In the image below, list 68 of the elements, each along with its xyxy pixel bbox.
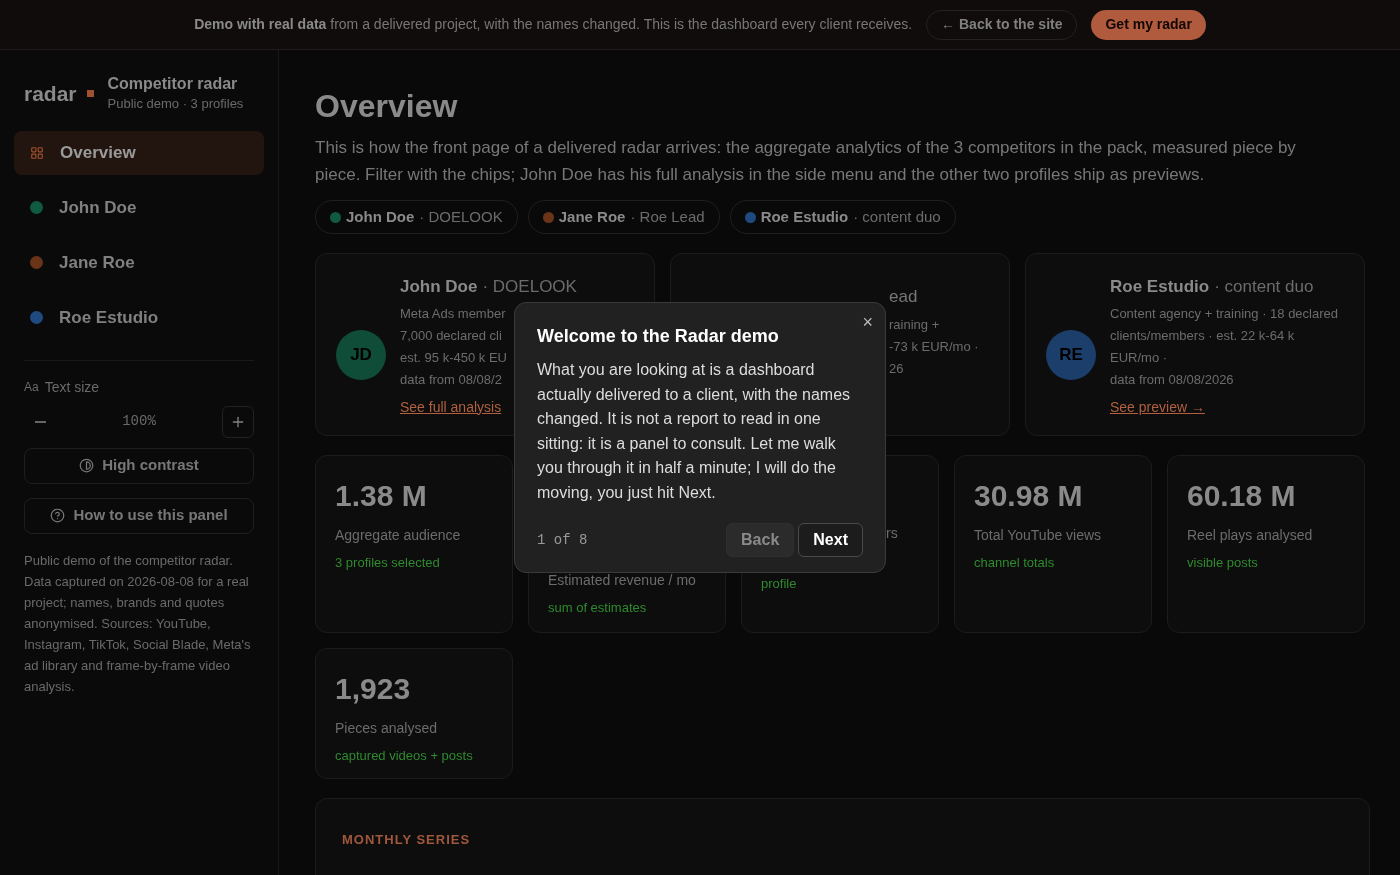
- nav-label: Overview: [60, 141, 136, 164]
- stat-note: visible posts: [1187, 554, 1258, 572]
- nav-item[interactable]: Overview: [14, 130, 264, 175]
- filter-chip[interactable]: John Doe · DOELOOK: [315, 200, 518, 234]
- app-subtitle: Public demo · 3 profiles: [107, 95, 244, 113]
- stat-label: Pieces analysed: [335, 719, 437, 738]
- avatar: JD: [336, 329, 386, 380]
- stat-note: profile: [761, 575, 797, 593]
- profile-detail: raining +: [889, 315, 940, 334]
- contrast-button[interactable]: High contrast: [24, 447, 254, 484]
- stat-value: 1.38 M: [335, 478, 427, 514]
- stat-note: channel totals: [974, 554, 1055, 572]
- nav-item[interactable]: Jane Roe: [14, 240, 264, 285]
- font-size-icon: Aa: [24, 378, 39, 396]
- dialog-title: Welcome to the Radar demo: [537, 325, 780, 348]
- dialog-body: What you are looking at is a dashboard actually delivered to a client, with the names changed. It is not a report to read in one sitting: it is a panel to consult. Let me walk you through it in half a minute; I will do the moving, you just hit Next.: [537, 360, 852, 503]
- contrast-icon: [79, 458, 95, 473]
- cta-button[interactable]: Get my radar: [1091, 9, 1206, 40]
- back-button[interactable]: Back: [726, 523, 795, 557]
- profile-detail: 26: [889, 359, 904, 378]
- grid-icon: [30, 145, 44, 160]
- profile-detail: data from 08/08/2: [400, 370, 502, 389]
- stat-label: Aggregate audience: [335, 526, 461, 545]
- profile-name: Roe Estudio: [1110, 276, 1210, 298]
- stat-label: rs: [886, 524, 898, 543]
- close-button[interactable]: ×: [862, 309, 873, 336]
- help-icon: [50, 508, 66, 523]
- stat-label: Total YouTube views: [974, 526, 1102, 545]
- profile-name: John Doe: [400, 276, 478, 298]
- text-size-value: 100%: [122, 412, 156, 431]
- logo-square-icon: [86, 90, 94, 98]
- text-size-label: Text size: [44, 377, 100, 397]
- logo: radar: [24, 81, 77, 107]
- nav-item[interactable]: Roe Estudio: [14, 295, 264, 340]
- nav-label: Jane Roe: [59, 251, 135, 274]
- nav-item[interactable]: John Doe: [14, 185, 264, 230]
- profile-link[interactable]: See full analysis: [400, 396, 502, 418]
- profile-tag: · DOELOOK: [482, 274, 577, 300]
- stat-label: Estimated revenue / mo: [548, 571, 696, 590]
- intro-text: This is how the front page of a delivered radar arrives: the aggregate analytics of the 3 competitors in the pack, measured piece by piece. Filter with the chips; John Doe has his full analysis in the side menu and the other two profiles ship as previews.: [315, 137, 1297, 186]
- profile-detail: data from 08/08/2026: [1110, 370, 1234, 389]
- step-counter: 1 of 8: [537, 530, 588, 550]
- stat-label: Reel plays analysed: [1187, 526, 1313, 545]
- nav-label: Roe Estudio: [59, 306, 159, 329]
- stat-value: 1,923: [335, 671, 411, 707]
- stat-note: 3 profiles selected: [335, 554, 440, 572]
- profile-tag: · content duo: [1214, 274, 1314, 300]
- banner-text: Demo with real data from a delivered project, with the names changed. This is the dashboard every client receives.: [194, 15, 913, 34]
- profile-name: ead: [889, 286, 918, 308]
- section-eyebrow: MONTHLY SERIES: [342, 832, 471, 847]
- profile-detail: -73 k EUR/mo ·: [889, 337, 979, 356]
- minus-icon: [34, 420, 46, 423]
- avatar: RE: [1046, 329, 1096, 380]
- help-button[interactable]: How to use this panel: [24, 497, 254, 534]
- next-button[interactable]: Next: [798, 523, 863, 557]
- profile-detail: 7,000 declared cli: [400, 326, 502, 345]
- stat-value: 60.18 M: [1187, 478, 1296, 514]
- page-title: Overview: [315, 87, 459, 126]
- nav-label: John Doe: [59, 196, 137, 219]
- app-title: Competitor radar: [107, 74, 238, 94]
- stat-note: sum of estimates: [548, 599, 647, 617]
- profile-detail: est. 95 k-450 k EU: [400, 348, 507, 367]
- profile-detail: Meta Ads member: [400, 304, 506, 323]
- increase-button[interactable]: [222, 405, 254, 438]
- stat-value: 30.98 M: [974, 478, 1083, 514]
- stat-note: captured videos + posts: [335, 747, 473, 765]
- demo-note: Public demo of the competitor radar. Data captured on 2026-08-08 for a real project; names, brands and quotes anonymised. Sources: YouTube, Instagram, TikTok, Social Blade, Meta's ad library and frame-by-frame video analysis.: [23, 551, 252, 696]
- profile-link[interactable]: See preview →: [1110, 396, 1205, 418]
